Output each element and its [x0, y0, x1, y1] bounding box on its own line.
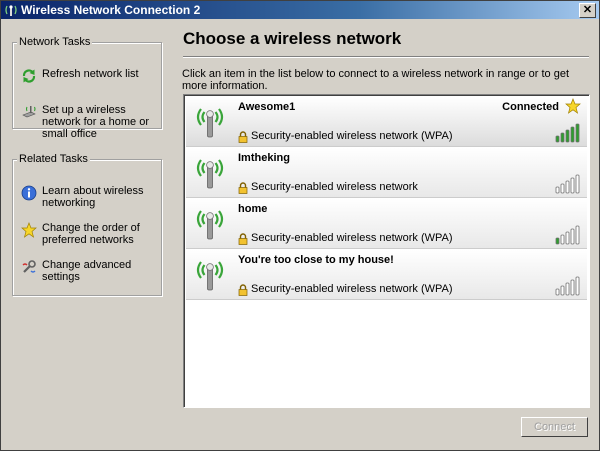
network-tasks-panel: Network Tasks Refresh network list Set u…	[12, 36, 162, 140]
signal-strength-icon	[555, 225, 580, 245]
network-list[interactable]: Awesome1 Connected Security-enabled wire…	[183, 94, 590, 408]
signal-bar	[555, 237, 560, 245]
signal-bar	[565, 231, 570, 245]
signal-bar	[560, 132, 565, 143]
refresh-network-list-label: Refresh network list	[42, 68, 139, 80]
signal-strength-icon	[555, 276, 580, 296]
signal-bar	[570, 126, 575, 143]
security-type: Security-enabled wireless network (WPA)	[251, 232, 453, 244]
instructions-text: Click an item in the list below to conne…	[182, 68, 570, 92]
signal-bar	[565, 129, 570, 143]
signal-bar	[575, 174, 580, 194]
signal-strength-icon	[555, 174, 580, 194]
signal-bar	[570, 279, 575, 296]
close-button[interactable]: ✕	[579, 3, 596, 18]
settings-icon	[22, 260, 36, 273]
signal-bar	[575, 276, 580, 296]
signal-bar	[570, 228, 575, 245]
sidebar: Network Tasks Refresh network list Set u…	[2, 20, 171, 450]
change-preferred-order-label: Change the order of preferred networks	[42, 222, 140, 246]
setup-network-icon	[22, 106, 36, 118]
wireless-network-icon	[196, 108, 224, 138]
favorite-star-icon	[565, 98, 581, 114]
learn-about-wireless-label: Learn about wireless networking	[42, 185, 144, 209]
wireless-network-icon	[196, 159, 224, 189]
setup-wireless-network-link[interactable]: Set up a wireless network for a home or …	[21, 104, 159, 140]
security-type: Security-enabled wireless network	[251, 181, 418, 193]
lock-icon	[238, 182, 248, 194]
wireless-network-icon	[196, 261, 224, 291]
network-item-home[interactable]: home Security-enabled wireless network (…	[186, 199, 587, 249]
signal-bar	[565, 180, 570, 194]
wireless-network-icon	[196, 210, 224, 240]
lock-icon	[238, 233, 248, 245]
network-name: Awesome1	[238, 101, 296, 113]
signal-bar	[555, 135, 560, 143]
wireless-app-icon	[5, 5, 17, 16]
setup-wireless-network-label: Set up a wireless network for a home or …	[42, 104, 149, 140]
signal-bar	[560, 183, 565, 194]
connect-button[interactable]: Connect	[521, 417, 588, 437]
signal-bar	[555, 288, 560, 296]
security-type: Security-enabled wireless network (WPA)	[251, 283, 453, 295]
network-item-awesome1[interactable]: Awesome1 Connected Security-enabled wire…	[186, 97, 587, 147]
signal-bar	[575, 123, 580, 143]
signal-bar	[570, 177, 575, 194]
refresh-network-list-link[interactable]: Refresh network list	[21, 68, 159, 84]
main-content: Choose a wireless network Click an item …	[171, 20, 599, 450]
change-advanced-settings-link[interactable]: Change advanced settings	[21, 259, 159, 283]
lock-icon	[238, 131, 248, 143]
connection-status: Connected	[502, 101, 559, 113]
signal-bar	[565, 282, 570, 296]
network-name: home	[238, 203, 268, 215]
signal-bar	[560, 234, 565, 245]
window-title: Wireless Network Connection 2	[21, 3, 201, 17]
network-name: Imtheking	[238, 152, 290, 164]
network-item-too-close[interactable]: You're too close to my house! Security-e…	[186, 250, 587, 300]
security-type: Security-enabled wireless network (WPA)	[251, 130, 453, 142]
network-tasks-title: Network Tasks	[17, 36, 93, 48]
page-title: Choose a wireless network	[183, 29, 402, 48]
close-icon: ✕	[582, 4, 593, 16]
related-tasks-panel: Related Tasks Learn about wireless netwo…	[12, 153, 162, 296]
related-tasks-title: Related Tasks	[17, 153, 90, 165]
lock-icon	[238, 284, 248, 296]
title-bar[interactable]: Wireless Network Connection 2 ✕	[1, 1, 599, 19]
network-item-imtheking[interactable]: Imtheking Security-enabled wireless netw…	[186, 148, 587, 198]
change-preferred-order-link[interactable]: Change the order of preferred networks	[21, 222, 159, 246]
info-icon	[21, 185, 37, 201]
signal-bar	[575, 225, 580, 245]
refresh-icon	[22, 69, 36, 83]
signal-bar	[555, 186, 560, 194]
network-name: You're too close to my house!	[238, 254, 394, 266]
change-advanced-settings-label: Change advanced settings	[42, 259, 132, 283]
signal-bar	[560, 285, 565, 296]
heading-divider	[183, 56, 589, 58]
star-icon	[21, 222, 37, 238]
wireless-network-window: Wireless Network Connection 2 ✕ Network …	[0, 0, 600, 451]
signal-strength-icon	[555, 123, 580, 143]
learn-about-wireless-link[interactable]: Learn about wireless networking	[21, 185, 159, 209]
